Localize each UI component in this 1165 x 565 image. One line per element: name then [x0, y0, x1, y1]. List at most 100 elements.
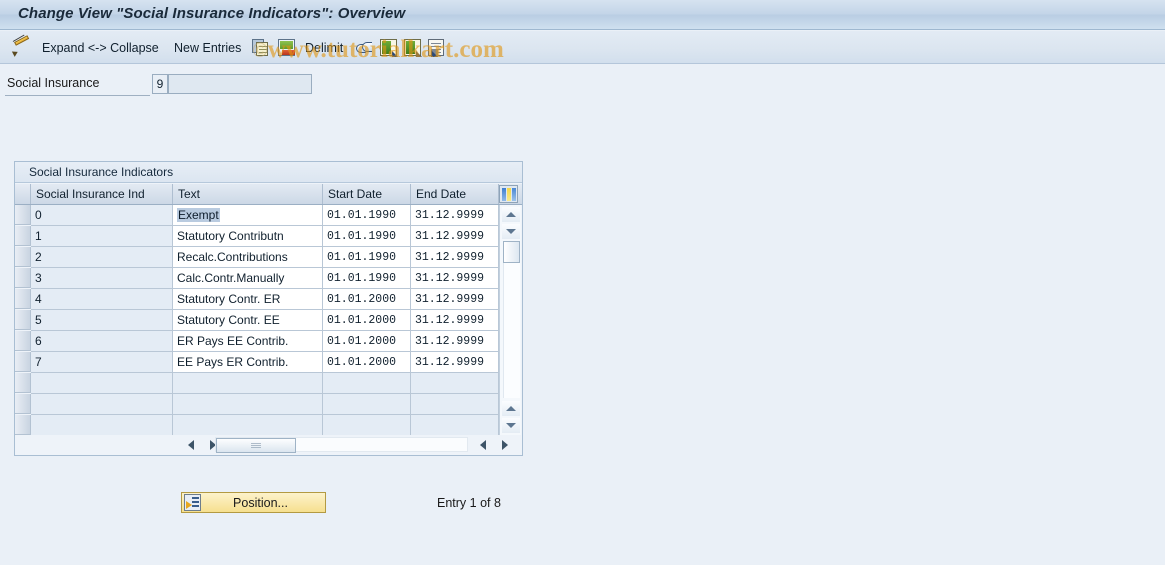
- table-row[interactable]: 5 Statutory Contr. EE 01.01.2000 31.12.9…: [15, 310, 522, 331]
- toolbar-button-copy-as[interactable]: [252, 31, 270, 64]
- scroll-page-down-button[interactable]: [502, 418, 520, 433]
- hscroll-left-button[interactable]: [183, 437, 198, 452]
- horizontal-scroll-track[interactable]: [215, 437, 468, 453]
- cell-ind[interactable]: [31, 394, 173, 415]
- toolbar-button-delimit[interactable]: Delimit: [303, 31, 345, 64]
- table-row[interactable]: 3 Calc.Contr.Manually 01.01.1990 31.12.9…: [15, 268, 522, 289]
- cell-text[interactable]: Statutory Contr. ER: [173, 289, 323, 310]
- position-button[interactable]: Position...: [181, 492, 326, 513]
- cell-ind[interactable]: [31, 373, 173, 394]
- cell-ind[interactable]: 4: [31, 289, 173, 310]
- cell-start-date[interactable]: 01.01.2000: [323, 289, 411, 310]
- cell-ind[interactable]: 0: [31, 205, 173, 226]
- cell-ind[interactable]: 2: [31, 247, 173, 268]
- row-selector[interactable]: [15, 226, 31, 246]
- cell-ind[interactable]: 7: [31, 352, 173, 373]
- cell-end-date[interactable]: [411, 415, 499, 435]
- table-settings-icon[interactable]: [499, 185, 518, 203]
- scroll-page-up-button[interactable]: [502, 401, 520, 416]
- cell-end-date[interactable]: 31.12.9999: [411, 352, 499, 373]
- cell-text[interactable]: Exempt: [173, 205, 323, 226]
- vertical-scroll-thumb[interactable]: [503, 241, 520, 263]
- cell-text[interactable]: Calc.Contr.Manually: [173, 268, 323, 289]
- toolbar-button-next-entry[interactable]: [404, 31, 422, 64]
- row-selector[interactable]: [15, 373, 31, 393]
- cell-end-date[interactable]: 31.12.9999: [411, 268, 499, 289]
- cell-end-date[interactable]: 31.12.9999: [411, 226, 499, 247]
- horizontal-scroll-thumb[interactable]: [216, 438, 296, 453]
- row-selector[interactable]: [15, 415, 31, 435]
- toolbar-button-previous-entry[interactable]: [380, 31, 398, 64]
- copy-icon: [252, 39, 270, 56]
- cell-end-date[interactable]: 31.12.9999: [411, 205, 499, 226]
- hscroll-page-right-button[interactable]: [497, 437, 512, 452]
- vertical-scroll-track[interactable]: [503, 263, 520, 398]
- cell-end-date[interactable]: 31.12.9999: [411, 289, 499, 310]
- cell-start-date[interactable]: [323, 394, 411, 415]
- column-header-social-insurance-ind[interactable]: Social Insurance Ind: [31, 184, 173, 204]
- cell-start-date[interactable]: 01.01.1990: [323, 247, 411, 268]
- cell-ind[interactable]: 1: [31, 226, 173, 247]
- column-header-end-date[interactable]: End Date: [411, 184, 499, 204]
- table-body: 0 Exempt 01.01.1990 31.12.9999 1 Statuto…: [15, 205, 522, 435]
- table-row[interactable]: 7 EE Pays ER Contrib. 01.01.2000 31.12.9…: [15, 352, 522, 373]
- triangle-right-icon: [501, 439, 508, 450]
- scroll-down-button[interactable]: [502, 224, 520, 239]
- toolbar-button-expand-collapse[interactable]: Expand <-> Collapse: [11, 31, 161, 64]
- cell-text[interactable]: EE Pays ER Contrib.: [173, 352, 323, 373]
- cell-start-date[interactable]: 01.01.1990: [323, 268, 411, 289]
- table-caption: Social Insurance Indicators: [15, 162, 522, 183]
- row-selector[interactable]: [15, 310, 31, 330]
- cell-start-date[interactable]: 01.01.1990: [323, 205, 411, 226]
- header-select-all-cell[interactable]: [15, 184, 31, 204]
- hscroll-page-left-button[interactable]: [475, 437, 490, 452]
- row-selector[interactable]: [15, 247, 31, 267]
- cell-end-date[interactable]: 31.12.9999: [411, 310, 499, 331]
- row-selector[interactable]: [15, 394, 31, 414]
- cell-end-date[interactable]: [411, 373, 499, 394]
- table-row[interactable]: 2 Recalc.Contributions 01.01.1990 31.12.…: [15, 247, 522, 268]
- cell-text[interactable]: [173, 373, 323, 394]
- cell-text[interactable]: Statutory Contributn: [173, 226, 323, 247]
- cell-text[interactable]: [173, 415, 323, 435]
- cell-ind[interactable]: [31, 415, 173, 435]
- row-selector[interactable]: [15, 289, 31, 309]
- table-row-empty[interactable]: [15, 415, 522, 435]
- toolbar-button-new-entries[interactable]: New Entries: [172, 31, 243, 64]
- toolbar-button-select-all-toggle[interactable]: [355, 31, 373, 64]
- cell-start-date[interactable]: [323, 373, 411, 394]
- cell-ind[interactable]: 3: [31, 268, 173, 289]
- cell-text[interactable]: [173, 394, 323, 415]
- row-selector[interactable]: [15, 268, 31, 288]
- cell-start-date[interactable]: 01.01.1990: [323, 226, 411, 247]
- cell-start-date[interactable]: 01.01.2000: [323, 331, 411, 352]
- table-row[interactable]: 6 ER Pays EE Contrib. 01.01.2000 31.12.9…: [15, 331, 522, 352]
- table-row[interactable]: 1 Statutory Contributn 01.01.1990 31.12.…: [15, 226, 522, 247]
- row-selector[interactable]: [15, 205, 31, 225]
- column-header-start-date[interactable]: Start Date: [323, 184, 411, 204]
- cell-start-date[interactable]: [323, 415, 411, 435]
- cell-text[interactable]: ER Pays EE Contrib.: [173, 331, 323, 352]
- cell-text[interactable]: Recalc.Contributions: [173, 247, 323, 268]
- table-row[interactable]: 0 Exempt 01.01.1990 31.12.9999: [15, 205, 522, 226]
- table-row-empty[interactable]: [15, 394, 522, 415]
- cell-end-date[interactable]: 31.12.9999: [411, 331, 499, 352]
- cell-ind[interactable]: 5: [31, 310, 173, 331]
- cell-end-date[interactable]: 31.12.9999: [411, 247, 499, 268]
- cell-end-date[interactable]: [411, 394, 499, 415]
- scroll-up-button[interactable]: [502, 207, 520, 222]
- table-horizontal-scrollbar[interactable]: [15, 435, 522, 455]
- cell-ind[interactable]: 6: [31, 331, 173, 352]
- column-header-text[interactable]: Text: [173, 184, 323, 204]
- toolbar-button-delete-row[interactable]: [278, 31, 295, 64]
- table-row[interactable]: 4 Statutory Contr. ER 01.01.2000 31.12.9…: [15, 289, 522, 310]
- cell-start-date[interactable]: 01.01.2000: [323, 310, 411, 331]
- cell-start-date[interactable]: 01.01.2000: [323, 352, 411, 373]
- toolbar-button-details[interactable]: [428, 31, 444, 64]
- table-vertical-scrollbar[interactable]: [499, 205, 521, 435]
- social-insurance-input[interactable]: [168, 74, 312, 94]
- table-row-empty[interactable]: [15, 373, 522, 394]
- row-selector[interactable]: [15, 331, 31, 351]
- row-selector[interactable]: [15, 352, 31, 372]
- cell-text[interactable]: Statutory Contr. EE: [173, 310, 323, 331]
